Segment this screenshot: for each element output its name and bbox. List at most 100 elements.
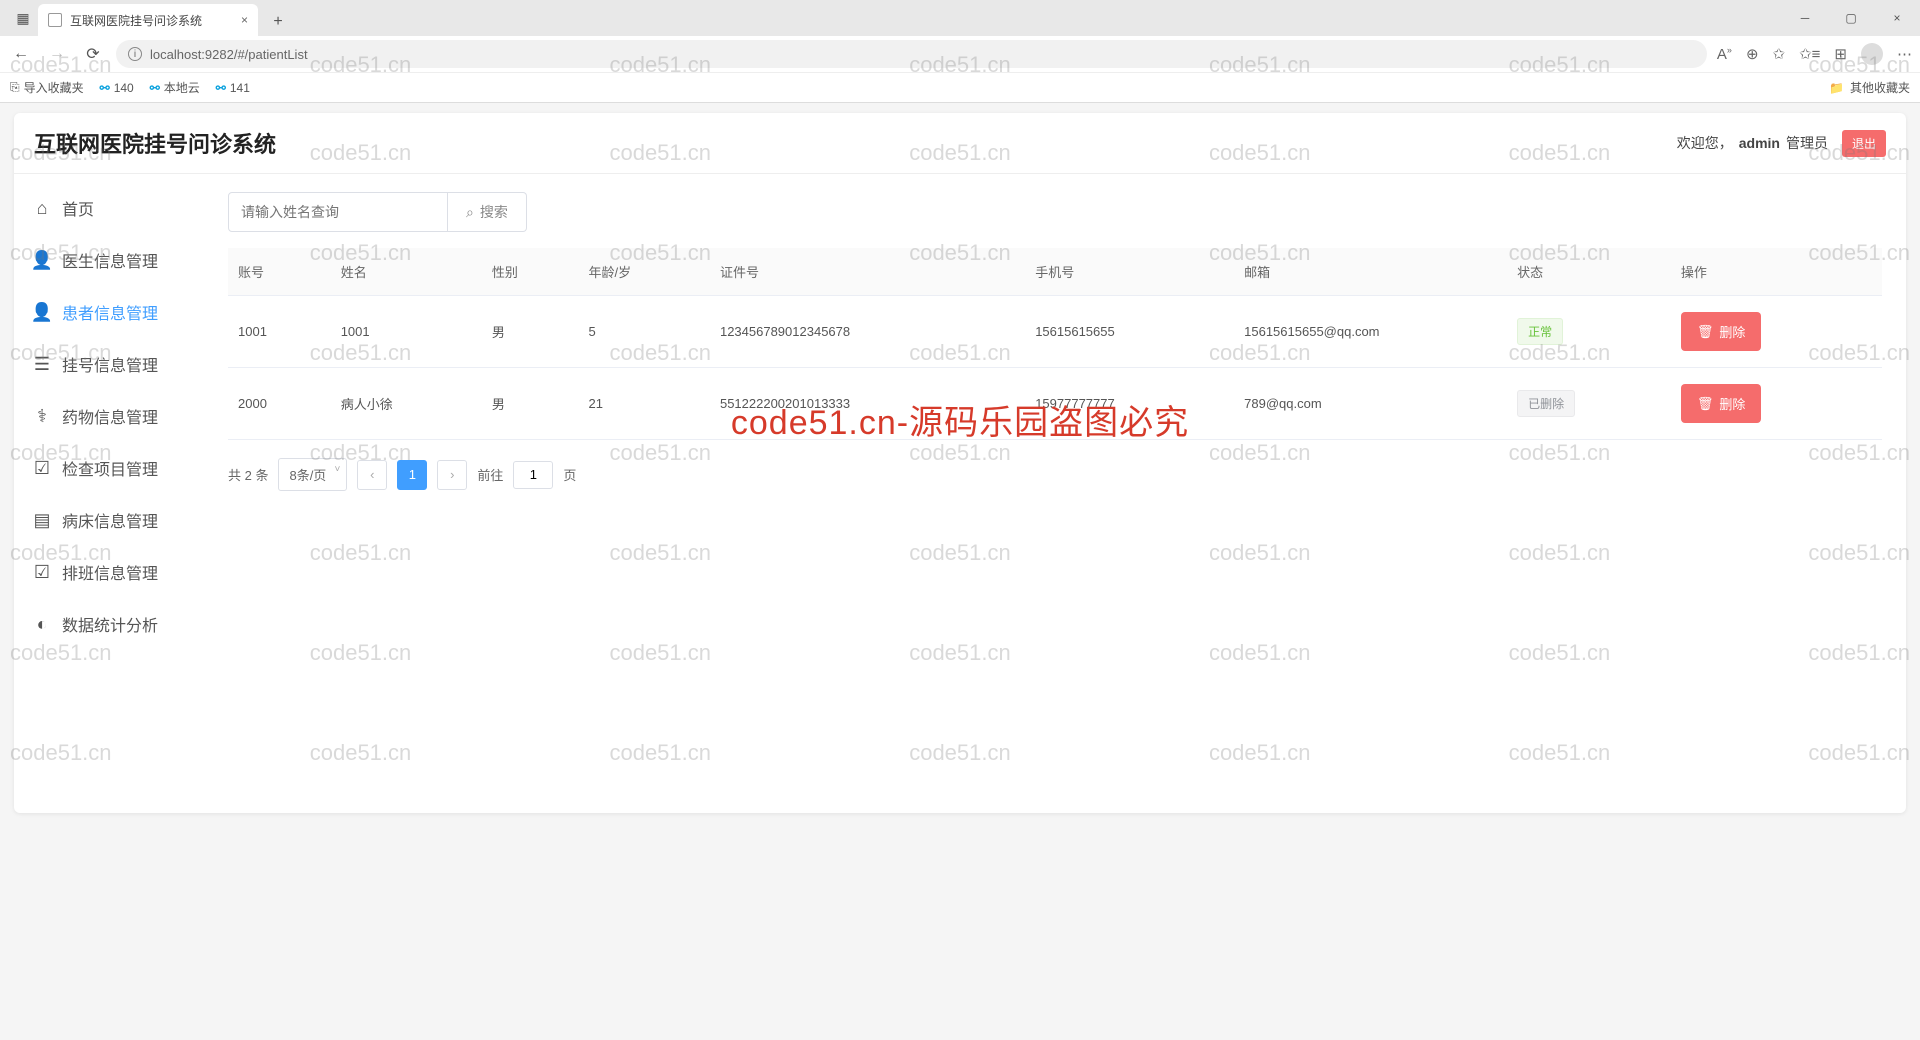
cell-gender: 男 xyxy=(482,368,579,440)
back-icon[interactable]: ← xyxy=(8,45,34,63)
logout-button[interactable]: 退出 xyxy=(1842,130,1886,157)
site-info-icon[interactable]: i xyxy=(128,47,142,61)
bookmark-3[interactable]: ⚯ 141 xyxy=(216,81,250,95)
cell-account: 2000 xyxy=(228,368,331,440)
checklist-icon: ☑ xyxy=(32,458,52,478)
app-body: ⌂ 首页 👤 医生信息管理 👤 患者信息管理 ☰ 挂号信息管理 ⚕ 药物信息管理… xyxy=(14,174,1906,650)
drug-icon: ⚕ xyxy=(32,406,52,426)
cell-action: 🗑 删除 xyxy=(1671,368,1882,440)
username-label: admin xyxy=(1739,135,1780,151)
bookmark-2[interactable]: ⚯ 本地云 xyxy=(150,79,200,96)
th-account: 账号 xyxy=(228,248,331,296)
home-icon: ⌂ xyxy=(32,198,52,218)
window-controls: ─ ▢ × xyxy=(1782,0,1920,36)
sidebar-item-label: 首页 xyxy=(62,196,94,220)
page-suffix-label: 页 xyxy=(563,465,576,484)
browser-chrome: ▦ 互联网医院挂号问诊系统 × + ─ ▢ × ← → ⟳ i localhos… xyxy=(0,0,1920,103)
sidebar-item-register[interactable]: ☰ 挂号信息管理 xyxy=(14,338,204,390)
link-icon: ⚯ xyxy=(150,81,160,95)
sidebar-item-schedule[interactable]: ☑ 排班信息管理 xyxy=(14,546,204,598)
patient-icon: 👤 xyxy=(32,302,52,322)
link-icon: ⚯ xyxy=(100,81,110,95)
cell-action: 🗑 删除 xyxy=(1671,296,1882,368)
reader-icon[interactable]: A» xyxy=(1717,45,1732,63)
browser-tab-bar: ▦ 互联网医院挂号问诊系统 × + ─ ▢ × xyxy=(0,0,1920,36)
cell-email: 15615615655@qq.com xyxy=(1234,296,1507,368)
chart-icon: ◐ xyxy=(32,614,52,634)
status-badge: 已删除 xyxy=(1517,390,1575,417)
next-page-button[interactable]: › xyxy=(437,460,467,490)
sidebar-item-bed[interactable]: ▤ 病床信息管理 xyxy=(14,494,204,546)
new-tab-button[interactable]: + xyxy=(264,8,292,36)
sidebar-item-drug[interactable]: ⚕ 药物信息管理 xyxy=(14,390,204,442)
sidebar-item-doctor[interactable]: 👤 医生信息管理 xyxy=(14,234,204,286)
refresh-icon[interactable]: ⟳ xyxy=(80,44,106,64)
sidebar-item-home[interactable]: ⌂ 首页 xyxy=(14,182,204,234)
cell-name: 1001 xyxy=(331,296,482,368)
import-bookmarks[interactable]: ⎘ 导入收藏夹 xyxy=(10,79,84,96)
folder-icon: 📁 xyxy=(1829,81,1844,95)
zoom-icon[interactable]: ⊕ xyxy=(1746,45,1759,63)
maximize-icon[interactable]: ▢ xyxy=(1828,0,1874,36)
tab-close-icon[interactable]: × xyxy=(241,13,248,27)
sidebar-item-label: 病床信息管理 xyxy=(62,508,158,532)
favorite-star-icon[interactable]: ✩ xyxy=(1773,45,1786,63)
bookmark-1[interactable]: ⚯ 140 xyxy=(100,81,134,95)
forward-icon[interactable]: → xyxy=(44,45,70,63)
th-action: 操作 xyxy=(1671,248,1882,296)
search-icon: ⌕ xyxy=(466,204,474,221)
goto-page-input[interactable] xyxy=(513,461,553,489)
delete-button[interactable]: 🗑 删除 xyxy=(1681,384,1762,423)
cell-email: 789@qq.com xyxy=(1234,368,1507,440)
sidebar-item-check[interactable]: ☑ 检查项目管理 xyxy=(14,442,204,494)
tab-title: 互联网医院挂号问诊系统 xyxy=(70,12,202,29)
welcome-label: 欢迎您， xyxy=(1677,133,1733,153)
list-icon: ☰ xyxy=(32,354,52,374)
cell-status: 正常 xyxy=(1507,296,1671,368)
pagination: 共 2 条 8条/页 ‹ 1 › 前往 页 xyxy=(228,458,1882,491)
cell-age: 21 xyxy=(579,368,710,440)
profile-avatar-icon[interactable] xyxy=(1861,43,1883,65)
cell-idno: 123456789012345678 xyxy=(710,296,1025,368)
app-header-right: 欢迎您， admin 管理员 退出 xyxy=(1677,130,1886,157)
sidebar-item-label: 医生信息管理 xyxy=(62,248,158,272)
browser-tab[interactable]: 互联网医院挂号问诊系统 × xyxy=(38,4,258,36)
tab-overview-icon[interactable]: ▦ xyxy=(8,0,38,36)
url-text: localhost:9282/#/patientList xyxy=(150,47,308,62)
sidebar-item-label: 患者信息管理 xyxy=(62,300,158,324)
cell-account: 1001 xyxy=(228,296,331,368)
patient-table: 账号 姓名 性别 年龄/岁 证件号 手机号 邮箱 状态 操作 1001 1001… xyxy=(228,248,1882,440)
table-row: 1001 1001 男 5 123456789012345678 1561561… xyxy=(228,296,1882,368)
more-menu-icon[interactable]: ⋯ xyxy=(1897,45,1912,63)
page-size-select[interactable]: 8条/页 xyxy=(278,458,347,491)
link-icon: ⚯ xyxy=(216,81,226,95)
table-header-row: 账号 姓名 性别 年龄/岁 证件号 手机号 邮箱 状态 操作 xyxy=(228,248,1882,296)
th-idno: 证件号 xyxy=(710,248,1025,296)
goto-label: 前往 xyxy=(477,465,503,484)
other-bookmarks[interactable]: 📁 其他收藏夹 xyxy=(1829,79,1910,96)
cell-idno: 551222200201013333 xyxy=(710,368,1025,440)
status-badge: 正常 xyxy=(1517,318,1563,345)
minimize-icon[interactable]: ─ xyxy=(1782,0,1828,36)
prev-page-button[interactable]: ‹ xyxy=(357,460,387,490)
role-label: 管理员 xyxy=(1786,133,1828,153)
total-label: 共 2 条 xyxy=(228,465,268,484)
table-row: 2000 病人小徐 男 21 551222200201013333 159777… xyxy=(228,368,1882,440)
delete-button[interactable]: 🗑 删除 xyxy=(1681,312,1762,351)
url-box[interactable]: i localhost:9282/#/patientList xyxy=(116,40,1707,68)
search-button[interactable]: ⌕ 搜索 xyxy=(448,192,527,232)
browser-right-icons: A» ⊕ ✩ ✩≡ ⊞ ⋯ xyxy=(1717,43,1912,65)
app-header: 互联网医院挂号问诊系统 欢迎您， admin 管理员 退出 xyxy=(14,113,1906,174)
favorites-icon[interactable]: ✩≡ xyxy=(1799,45,1820,63)
tab-favicon-icon xyxy=(48,13,62,27)
page-number-button[interactable]: 1 xyxy=(397,460,427,490)
th-age: 年龄/岁 xyxy=(579,248,710,296)
sidebar-item-label: 数据统计分析 xyxy=(62,612,158,636)
collections-icon[interactable]: ⊞ xyxy=(1834,45,1847,63)
bookmark-bar: ⎘ 导入收藏夹 ⚯ 140 ⚯ 本地云 ⚯ 141 📁 其他收藏夹 xyxy=(0,72,1920,102)
trash-icon: 🗑 xyxy=(1697,396,1714,412)
close-window-icon[interactable]: × xyxy=(1874,0,1920,36)
search-input[interactable] xyxy=(228,192,448,232)
sidebar-item-stats[interactable]: ◐ 数据统计分析 xyxy=(14,598,204,650)
sidebar-item-patient[interactable]: 👤 患者信息管理 xyxy=(14,286,204,338)
